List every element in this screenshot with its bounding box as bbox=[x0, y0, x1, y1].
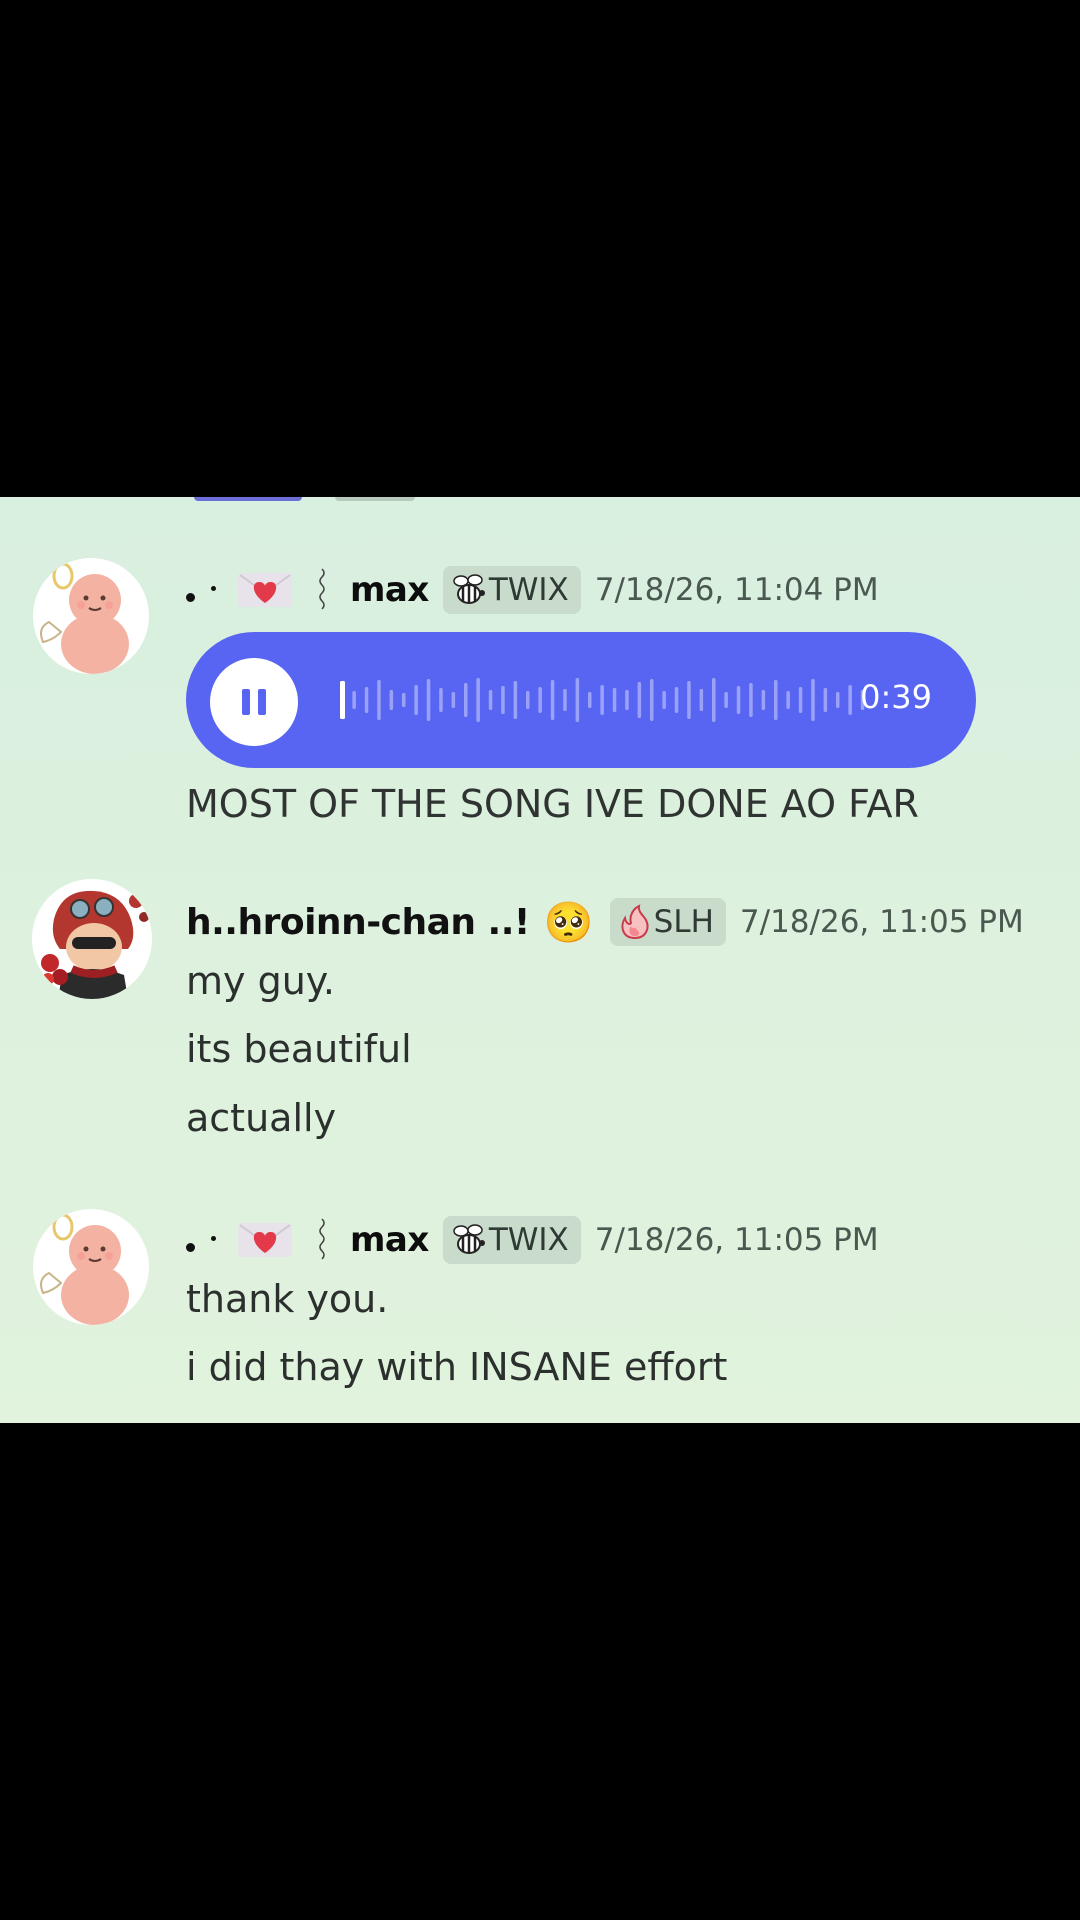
pause-icon bbox=[242, 689, 266, 715]
flame-icon bbox=[621, 904, 649, 940]
waveform-bar bbox=[513, 681, 518, 719]
bee-icon bbox=[453, 1224, 485, 1254]
message-text: thank you. bbox=[186, 1277, 389, 1321]
waveform-bar bbox=[699, 689, 704, 711]
server-tag[interactable]: SLH bbox=[609, 898, 726, 946]
waveform-bar bbox=[798, 687, 803, 713]
username[interactable]: max bbox=[350, 570, 429, 610]
waveform-bar bbox=[612, 688, 617, 712]
waveform-bar bbox=[340, 681, 345, 719]
waveform-bar bbox=[488, 690, 493, 710]
message-header: max TWIX 7/18/26, 11:04 PM bbox=[186, 564, 879, 616]
server-tag[interactable]: TWIX bbox=[442, 566, 581, 614]
chat-panel: max TWIX 7/18/26, 11:04 PM 0:39 MOST OF … bbox=[0, 497, 1080, 1423]
server-tag[interactable]: TWIX bbox=[442, 1216, 581, 1264]
message-text: i did thay with INSANE effort bbox=[186, 1345, 728, 1389]
waveform-bar bbox=[563, 689, 567, 711]
waveform-bar bbox=[650, 679, 654, 721]
server-tag-label: TWIX bbox=[488, 1222, 569, 1258]
message-text: MOST OF THE SONG IVE DONE AO FAR bbox=[186, 782, 919, 826]
waveform-bar bbox=[526, 691, 530, 709]
waveform-bar bbox=[439, 688, 443, 712]
angel-avatar-icon bbox=[40, 562, 129, 674]
waveform-bar bbox=[414, 685, 418, 715]
waveform-bar bbox=[811, 679, 815, 721]
waveform-bar bbox=[848, 685, 852, 715]
waveform-bar bbox=[637, 682, 642, 718]
waveform-bar bbox=[352, 691, 356, 709]
waveform-bar bbox=[736, 686, 741, 714]
waveform-bar bbox=[538, 687, 542, 713]
avatar[interactable] bbox=[32, 879, 152, 999]
waveform-bar bbox=[600, 685, 604, 715]
timestamp: 7/18/26, 11:04 PM bbox=[594, 572, 879, 608]
username[interactable]: max bbox=[350, 1220, 429, 1260]
scroll-edge-indicator bbox=[194, 497, 302, 501]
waveform-bar bbox=[389, 690, 394, 710]
waveform-bar bbox=[464, 683, 468, 717]
username[interactable]: h..hroinn-chan ..! bbox=[186, 902, 530, 943]
angel-avatar-icon bbox=[40, 1213, 129, 1325]
dot-icon bbox=[186, 1242, 195, 1252]
server-tag-label: TWIX bbox=[488, 572, 569, 608]
waveform-bar bbox=[426, 679, 431, 721]
waveform-bar bbox=[712, 678, 716, 722]
dot-icon bbox=[211, 1235, 216, 1241]
waveform-bar bbox=[662, 691, 666, 709]
waveform-bar bbox=[451, 692, 456, 708]
message-text: its beautiful bbox=[186, 1027, 412, 1071]
timestamp: 7/18/26, 11:05 PM bbox=[594, 1222, 879, 1258]
waveform-bar bbox=[823, 688, 828, 712]
server-tag-label: SLH bbox=[653, 904, 714, 940]
waveform-bar bbox=[501, 686, 505, 714]
username-decoration bbox=[186, 567, 328, 613]
timestamp: 7/18/26, 11:05 PM bbox=[739, 904, 1024, 940]
waveform-bar bbox=[724, 692, 728, 708]
avatar[interactable] bbox=[33, 558, 149, 674]
scroll-edge-indicator bbox=[335, 497, 415, 501]
waveform-bar bbox=[749, 683, 753, 717]
waveform-bar bbox=[761, 690, 766, 710]
waveform-bar bbox=[364, 687, 369, 713]
bee-icon bbox=[453, 574, 485, 604]
waveform-bar bbox=[550, 680, 555, 720]
username-decoration bbox=[186, 1217, 328, 1263]
waveform-bar bbox=[625, 690, 629, 710]
waveform-bar bbox=[402, 693, 406, 707]
squiggle-icon bbox=[319, 568, 325, 610]
message-text: actually bbox=[186, 1096, 337, 1140]
waveform-bar bbox=[786, 691, 790, 709]
waveform-bar bbox=[476, 678, 480, 722]
waveform-bar bbox=[674, 687, 679, 713]
message-header: h..hroinn-chan ..! 🥺 SLH 7/18/26, 11:05 … bbox=[186, 896, 1024, 948]
waveform-bar bbox=[575, 678, 580, 722]
pause-button[interactable] bbox=[210, 658, 298, 746]
message-text: my guy. bbox=[186, 959, 335, 1003]
voice-message-player[interactable]: 0:39 bbox=[186, 632, 976, 768]
dot-icon bbox=[211, 585, 216, 591]
avatar[interactable] bbox=[33, 1209, 149, 1325]
dot-icon bbox=[186, 592, 195, 602]
waveform-bar bbox=[377, 680, 381, 720]
waveform-bar bbox=[836, 692, 840, 708]
waveform-bar bbox=[687, 681, 691, 719]
character-avatar-icon bbox=[32, 879, 152, 999]
waveform-bar bbox=[588, 692, 592, 708]
pleading-face-emoji: 🥺 bbox=[543, 899, 594, 946]
envelope-heart-icon bbox=[238, 1223, 292, 1257]
waveform[interactable] bbox=[336, 676, 876, 724]
voice-duration: 0:39 bbox=[860, 678, 932, 716]
envelope-heart-icon bbox=[238, 573, 292, 607]
waveform-bar bbox=[774, 680, 778, 720]
squiggle-icon bbox=[319, 1218, 325, 1260]
message-header: max TWIX 7/18/26, 11:05 PM bbox=[186, 1214, 879, 1266]
